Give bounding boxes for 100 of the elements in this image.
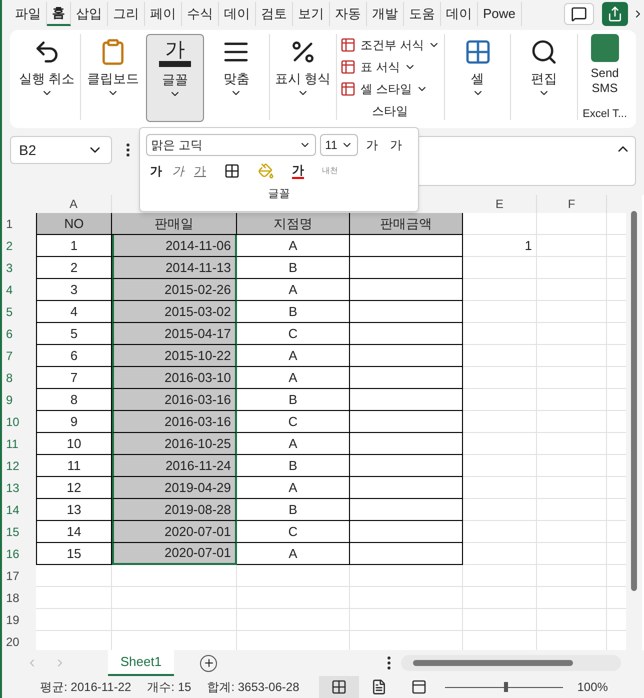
row-header[interactable]: 10 xyxy=(2,411,36,433)
status-text: 합계: 3653-06-28 xyxy=(207,679,300,696)
row-header[interactable]: 11 xyxy=(2,433,36,455)
ribbon-tab[interactable]: 자동 xyxy=(330,2,367,26)
sheet-tab[interactable]: Sheet1 xyxy=(108,650,174,676)
alignment-button[interactable]: 맞춤 xyxy=(208,34,266,122)
shrink-font-button[interactable]: 가 xyxy=(390,136,402,154)
number-format-button[interactable]: 표시 형식 xyxy=(274,34,332,122)
font-color-button[interactable]: 가 xyxy=(292,163,304,179)
column-header[interactable]: E xyxy=(463,195,537,213)
table-cell: 2019-04-29 xyxy=(112,477,237,499)
table-cell: 2019-08-28 xyxy=(112,499,237,521)
empty-cell[interactable] xyxy=(350,455,463,477)
ribbon-tab[interactable]: 도움 xyxy=(404,2,441,26)
row-header[interactable]: 4 xyxy=(2,279,36,301)
font-name-field[interactable]: 맑은 고딕 xyxy=(146,134,316,156)
ribbon-tab[interactable]: 페이 xyxy=(145,2,182,26)
ribbon-tab[interactable]: 보기 xyxy=(293,2,330,26)
row-header[interactable]: 19 xyxy=(2,609,36,631)
row-header[interactable]: 1 xyxy=(2,213,36,235)
ribbon-tab[interactable]: 파일 xyxy=(10,2,47,26)
ribbon-tab[interactable]: Powe xyxy=(478,2,522,26)
table-cell: 2014-11-06 xyxy=(112,235,237,257)
row-header[interactable]: 5 xyxy=(2,301,36,323)
row-header[interactable]: 7 xyxy=(2,345,36,367)
clipboard-button[interactable]: 클립보드 xyxy=(84,34,142,122)
empty-cell[interactable] xyxy=(350,389,463,411)
editing-button[interactable]: 편집 xyxy=(515,34,573,122)
empty-cell[interactable] xyxy=(350,433,463,455)
italic-button[interactable]: 가 xyxy=(172,162,184,180)
grow-font-button[interactable]: 가 xyxy=(366,136,378,154)
ribbon-tab[interactable]: 홈 xyxy=(47,2,71,26)
font-button[interactable]: 가 글꼴 xyxy=(146,34,204,122)
empty-cell[interactable] xyxy=(350,367,463,389)
add-sheet-button[interactable] xyxy=(200,654,217,672)
horizontal-scrollbar[interactable] xyxy=(401,655,621,671)
send-sms-button[interactable]: Send SMS xyxy=(584,34,625,96)
row-header[interactable]: 12 xyxy=(2,455,36,477)
empty-cell[interactable] xyxy=(350,235,463,257)
ribbon-tab[interactable]: 개발 xyxy=(367,2,404,26)
empty-cell[interactable] xyxy=(350,301,463,323)
table-icon xyxy=(340,59,356,75)
name-box[interactable]: B2 xyxy=(10,136,112,164)
table-cell: C xyxy=(237,521,350,543)
row-header[interactable]: 14 xyxy=(2,499,36,521)
row-header[interactable]: 20 xyxy=(2,631,36,650)
normal-view-button[interactable] xyxy=(319,676,360,698)
row-header[interactable]: 2 xyxy=(2,235,36,257)
bold-button[interactable]: 가 xyxy=(150,162,162,180)
ribbon-tab[interactable]: 데이 xyxy=(441,2,478,26)
underline-button[interactable]: 가 xyxy=(194,162,206,180)
ribbon-tab[interactable]: 데이 xyxy=(219,2,256,26)
row-header[interactable]: 17 xyxy=(2,565,36,587)
empty-cell[interactable] xyxy=(350,257,463,279)
share-button[interactable] xyxy=(602,2,628,26)
status-text: 평균: 2016-11-22 xyxy=(40,679,132,696)
table-cell: 2020-07-01 xyxy=(112,543,237,565)
more-icon[interactable] xyxy=(387,656,391,670)
row-header[interactable]: 9 xyxy=(2,389,36,411)
comments-button[interactable] xyxy=(564,3,594,25)
row-header[interactable]: 13 xyxy=(2,477,36,499)
row-header[interactable]: 6 xyxy=(2,323,36,345)
row-header[interactable]: 8 xyxy=(2,367,36,389)
empty-cell[interactable] xyxy=(350,543,463,565)
status-text: 개수: 15 xyxy=(147,679,192,696)
group-label: 글꼴 xyxy=(268,187,290,202)
row-header[interactable]: 15 xyxy=(2,521,36,543)
empty-cell[interactable] xyxy=(350,279,463,301)
empty-cell[interactable] xyxy=(350,411,463,433)
table-cell: 2016-03-16 xyxy=(112,411,237,433)
ribbon-tab[interactable]: 수식 xyxy=(182,2,219,26)
phonetic-button[interactable]: 내천 xyxy=(322,165,338,177)
row-header[interactable]: 3 xyxy=(2,257,36,279)
cells-button[interactable]: 셀 xyxy=(448,34,506,122)
empty-cell[interactable] xyxy=(350,477,463,499)
row-header[interactable]: 16 xyxy=(2,543,36,565)
plus-icon xyxy=(202,657,214,669)
table-cell: NO xyxy=(36,213,112,235)
table-cell: 판매금액 xyxy=(350,213,463,235)
row-header[interactable]: 18 xyxy=(2,587,36,609)
ribbon-tab[interactable]: 검토 xyxy=(256,2,293,26)
empty-cell[interactable] xyxy=(350,499,463,521)
empty-cell[interactable] xyxy=(350,323,463,345)
empty-cell[interactable] xyxy=(350,521,463,543)
style-button[interactable]: 셀 스타일 xyxy=(340,78,428,100)
empty-cell[interactable] xyxy=(350,345,463,367)
style-button[interactable]: 조건부 서식 xyxy=(340,34,440,56)
zoom-slider[interactable] xyxy=(445,682,564,692)
undo-button[interactable]: 실행 취소 xyxy=(18,34,76,122)
table-cell: 2015-04-17 xyxy=(112,323,237,345)
table-cell: A xyxy=(237,345,350,367)
style-button[interactable]: 표 서식 xyxy=(340,56,416,78)
grid-icon xyxy=(331,679,348,695)
more-icon[interactable] xyxy=(126,143,130,157)
font-size-field[interactable]: 11 xyxy=(320,134,358,156)
ribbon-tab[interactable]: 삽입 xyxy=(71,2,108,26)
column-header[interactable]: F xyxy=(537,195,607,213)
ribbon-tab[interactable]: 그리 xyxy=(108,2,145,26)
borders-icon[interactable] xyxy=(224,163,240,179)
fill-color-icon[interactable] xyxy=(258,163,274,179)
